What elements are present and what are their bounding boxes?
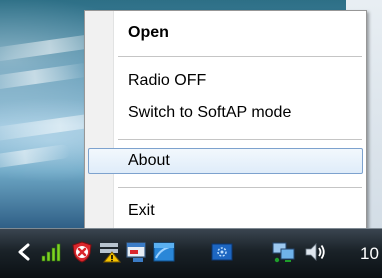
volume-icon[interactable] [303,240,327,264]
settings-icon[interactable] [210,240,234,264]
signal-strength-icon[interactable] [40,240,64,264]
tray-context-menu: Open Radio OFF Switch to SoftAP mode Abo… [84,10,367,232]
utility-icon[interactable] [152,240,176,264]
menu-item-open[interactable]: Open [88,20,363,46]
network-icon[interactable] [272,240,296,264]
taskbar-clock[interactable]: 10 [360,244,379,264]
menu-separator [118,56,362,59]
menu-separator [118,187,362,190]
menu-item-radio-off[interactable]: Radio OFF [88,68,363,94]
menu-item-exit[interactable]: Exit [88,198,363,224]
network-warning-icon[interactable] [98,240,122,264]
security-alert-icon[interactable] [70,240,94,264]
media-icon[interactable] [124,240,148,264]
menu-item-about[interactable]: About [88,148,363,174]
menu-separator [118,139,362,142]
menu-item-switch-softap[interactable]: Switch to SoftAP mode [88,100,363,126]
chevron-left-icon[interactable] [12,240,36,264]
